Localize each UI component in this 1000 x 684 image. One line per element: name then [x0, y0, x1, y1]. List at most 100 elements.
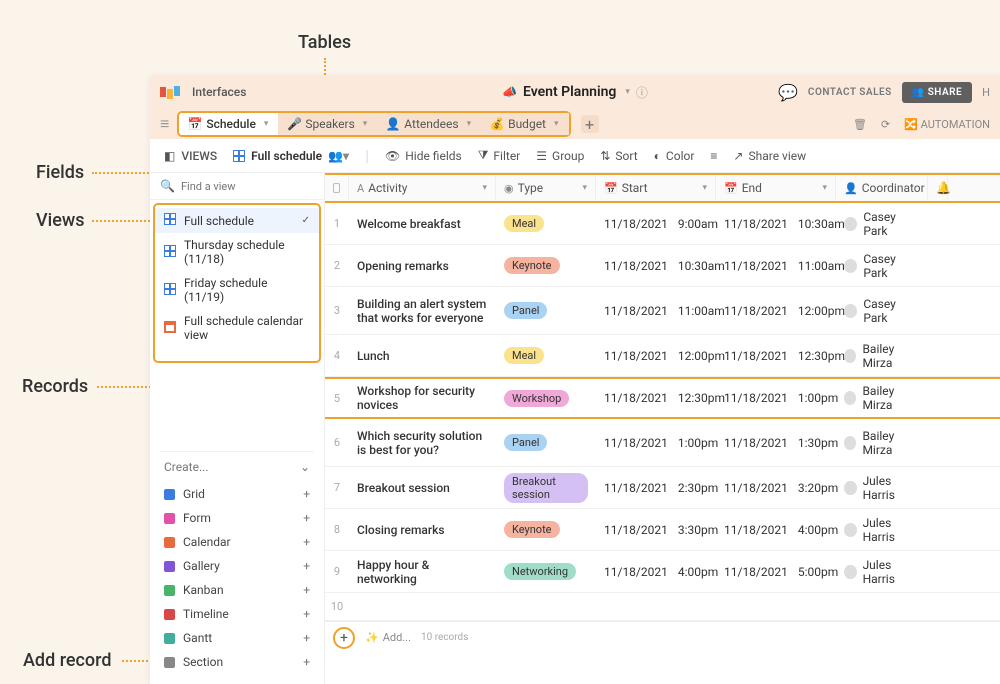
create-calendar[interactable]: Calendar+ — [160, 530, 314, 554]
share-button[interactable]: 👥 SHARE — [902, 82, 972, 103]
cell-type[interactable]: Keynote — [496, 245, 596, 286]
share-view-button[interactable]: ↗ Share view — [733, 149, 806, 163]
cell-coordinator[interactable]: Jules Harris — [836, 551, 928, 592]
cell-start[interactable]: 11/18/202111:00am — [596, 287, 716, 334]
tab-attendees[interactable]: 👤Attendees▾ — [377, 113, 481, 135]
cell-coordinator[interactable]: Jules Harris — [836, 467, 928, 508]
cell-start[interactable]: 11/18/20214:00pm — [596, 551, 716, 592]
automation-link[interactable]: 🔀 AUTOMATION — [904, 118, 990, 131]
cell-activity[interactable]: Breakout session — [349, 467, 496, 508]
cell-activity[interactable]: Closing remarks — [349, 509, 496, 550]
column-extra[interactable]: 🔔 — [928, 175, 948, 201]
view-item[interactable]: Full schedule✓ — [155, 208, 319, 233]
cell-end[interactable]: 11/18/20214:00pm — [716, 509, 836, 550]
table-row[interactable]: 1 Welcome breakfast Meal 11/18/20219:00a… — [325, 203, 1000, 245]
tab-schedule[interactable]: 📅Schedule▾ — [179, 113, 278, 135]
current-view-name[interactable]: Full schedule 👥▾ — [233, 149, 349, 163]
column-coordinator[interactable]: 👤Coordinator — [836, 175, 928, 201]
sort-button[interactable]: ⇅ Sort — [600, 149, 637, 163]
create-section[interactable]: Section+ — [160, 650, 314, 674]
cell-coordinator[interactable]: Casey Park — [836, 287, 928, 334]
create-gallery[interactable]: Gallery+ — [160, 554, 314, 578]
cell-activity[interactable]: Opening remarks — [349, 245, 496, 286]
cell-start[interactable]: 11/18/20219:00am — [596, 203, 716, 244]
add-tab-button[interactable]: + — [581, 115, 599, 133]
cell-start[interactable]: 11/18/202112:30pm — [596, 379, 716, 417]
cell-end[interactable]: 11/18/202110:30am — [716, 203, 836, 244]
chevron-down-icon[interactable]: ▾ — [625, 87, 630, 97]
cell-activity[interactable]: Workshop for security novices — [349, 379, 496, 417]
create-form[interactable]: Form+ — [160, 506, 314, 530]
contact-sales-link[interactable]: CONTACT SALES — [808, 87, 892, 98]
column-end[interactable]: 📅End▾ — [716, 175, 836, 201]
cell-type[interactable]: Breakout session — [496, 467, 596, 508]
cell-type[interactable]: Keynote — [496, 509, 596, 550]
cell-end[interactable]: 11/18/20215:00pm — [716, 551, 836, 592]
create-header[interactable]: Create... ⌄ — [160, 451, 314, 482]
view-search-input[interactable] — [181, 180, 321, 193]
hamburger-icon[interactable]: ≡ — [160, 114, 169, 134]
create-timeline[interactable]: Timeline+ — [160, 602, 314, 626]
cell-activity[interactable]: Building an alert system that works for … — [349, 287, 496, 334]
tab-speakers[interactable]: 🎤Speakers▾ — [278, 113, 377, 135]
group-button[interactable]: ☰ Group — [536, 149, 584, 163]
cell-end[interactable]: 11/18/202112:00pm — [716, 287, 836, 334]
cell-activity[interactable]: Happy hour & networking — [349, 551, 496, 592]
cell-coordinator[interactable]: Bailey Mirza — [836, 379, 928, 417]
table-row[interactable]: 6 Which security solution is best for yo… — [325, 419, 1000, 467]
cell-end[interactable]: 11/18/20211:30pm — [716, 419, 836, 466]
table-row[interactable]: 5 Workshop for security novices Workshop… — [325, 377, 1000, 419]
filter-button[interactable]: ⧩ Filter — [478, 148, 521, 163]
column-activity[interactable]: AActivity▾ — [349, 175, 496, 201]
cell-type[interactable]: Meal — [496, 335, 596, 376]
info-icon[interactable]: ⓘ — [636, 84, 648, 101]
add-record-button[interactable]: + — [333, 627, 355, 649]
views-toggle[interactable]: ◧ VIEWS — [164, 149, 217, 163]
empty-row[interactable]: 10 — [325, 593, 1000, 621]
view-item[interactable]: Full schedule calendar view — [155, 309, 319, 347]
cell-end[interactable]: 11/18/20211:00pm — [716, 379, 836, 417]
table-row[interactable]: 8 Closing remarks Keynote 11/18/20213:30… — [325, 509, 1000, 551]
cell-activity[interactable]: Which security solution is best for you? — [349, 419, 496, 466]
trash-icon[interactable]: 🗑 — [853, 118, 867, 131]
cell-coordinator[interactable]: Jules Harris — [836, 509, 928, 550]
row-height-button[interactable]: ≡ — [710, 149, 717, 163]
table-row[interactable]: 4 Lunch Meal 11/18/202112:00pm 11/18/202… — [325, 335, 1000, 377]
cell-type[interactable]: Meal — [496, 203, 596, 244]
create-grid[interactable]: Grid+ — [160, 482, 314, 506]
cell-type[interactable]: Panel — [496, 287, 596, 334]
cell-start[interactable]: 11/18/202112:00pm — [596, 335, 716, 376]
cell-type[interactable]: Panel — [496, 419, 596, 466]
column-start[interactable]: 📅Start▾ — [596, 175, 716, 201]
column-type[interactable]: ◉Type▾ — [496, 175, 596, 201]
table-row[interactable]: 3 Building an alert system that works fo… — [325, 287, 1000, 335]
cell-coordinator[interactable]: Casey Park — [836, 245, 928, 286]
cell-activity[interactable]: Welcome breakfast — [349, 203, 496, 244]
cell-coordinator[interactable]: Bailey Mirza — [836, 419, 928, 466]
table-row[interactable]: 2 Opening remarks Keynote 11/18/202110:3… — [325, 245, 1000, 287]
hide-fields-button[interactable]: 👁 Hide fields — [385, 149, 462, 163]
cell-end[interactable]: 11/18/202112:30pm — [716, 335, 836, 376]
app-title[interactable]: Event Planning — [523, 84, 616, 100]
cell-coordinator[interactable]: Casey Park — [836, 203, 928, 244]
view-item[interactable]: Thursday schedule (11/18) — [155, 233, 319, 271]
app-logo[interactable] — [160, 87, 180, 97]
tab-budget[interactable]: 💰Budget▾ — [481, 113, 568, 135]
cell-start[interactable]: 11/18/20212:30pm — [596, 467, 716, 508]
create-kanban[interactable]: Kanban+ — [160, 578, 314, 602]
interfaces-link[interactable]: Interfaces — [192, 85, 246, 99]
table-row[interactable]: 9 Happy hour & networking Networking 11/… — [325, 551, 1000, 593]
cell-coordinator[interactable]: Bailey Mirza — [836, 335, 928, 376]
cell-type[interactable]: Workshop — [496, 379, 596, 417]
cell-type[interactable]: Networking — [496, 551, 596, 592]
color-button[interactable]: ◐ Color — [654, 149, 695, 163]
cell-start[interactable]: 11/18/20213:30pm — [596, 509, 716, 550]
history-icon[interactable]: ⟳ — [881, 118, 890, 131]
cell-activity[interactable]: Lunch — [349, 335, 496, 376]
cell-end[interactable]: 11/18/202111:00am — [716, 245, 836, 286]
checkbox-header[interactable] — [325, 175, 349, 201]
table-row[interactable]: 7 Breakout session Breakout session 11/1… — [325, 467, 1000, 509]
cell-end[interactable]: 11/18/20213:20pm — [716, 467, 836, 508]
cell-start[interactable]: 11/18/20211:00pm — [596, 419, 716, 466]
cell-start[interactable]: 11/18/202110:30am — [596, 245, 716, 286]
